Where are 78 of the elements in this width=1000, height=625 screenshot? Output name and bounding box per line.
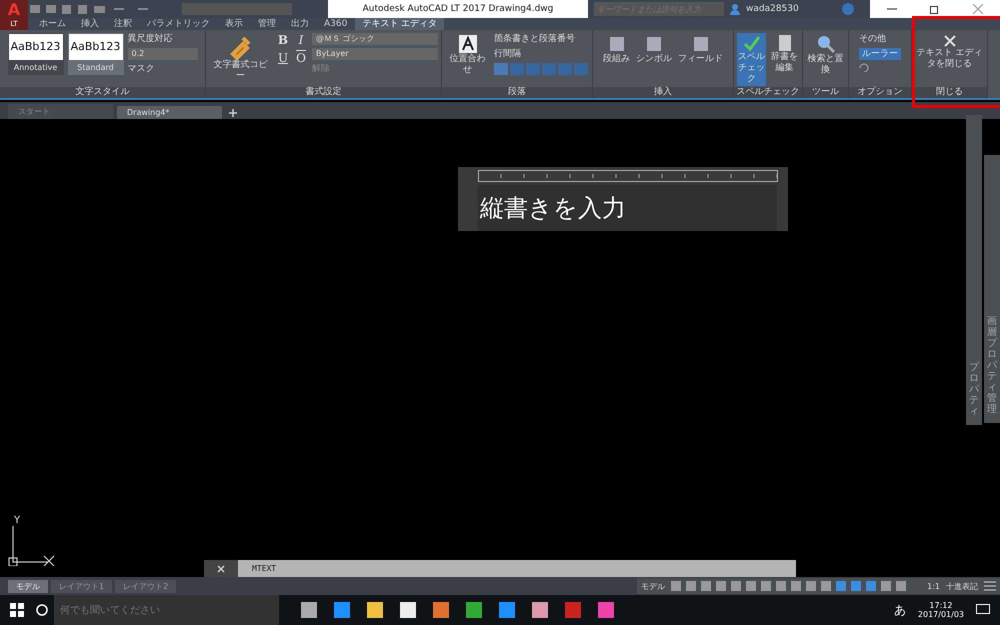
ribbon-tab[interactable]: 挿入 (74, 18, 106, 30)
underline-button[interactable]: U (276, 51, 290, 65)
ribbon-tab[interactable]: ホーム (32, 18, 73, 30)
panel-title: 挿入 (593, 87, 733, 98)
user-name[interactable]: wada28530 (746, 4, 836, 14)
panel-title: 閉じる (912, 87, 987, 98)
ime-indicator[interactable]: あ (894, 602, 906, 618)
text-height-dropdown[interactable]: 0.2 (128, 48, 198, 60)
insert-button[interactable]: 段組み (602, 33, 631, 66)
ribbon-tab[interactable]: 管理 (251, 18, 283, 30)
palette-bar[interactable]: プロパティ (966, 115, 982, 425)
close-icon[interactable] (217, 564, 225, 572)
annotation-scale-button[interactable]: 1:1 (927, 582, 940, 590)
text-style-swatch[interactable]: AaBb123 Annotative (8, 33, 64, 75)
find-replace-button[interactable]: 検索と置換 (806, 33, 845, 77)
font-dropdown[interactable]: @ＭＳ ゴシック (312, 33, 438, 45)
italic-button[interactable]: I (294, 33, 308, 47)
line-spacing-button[interactable]: 行間隔 (494, 48, 589, 60)
ucs-axis-label: Y (13, 515, 22, 526)
spell-check-button[interactable]: スペルチェック (737, 33, 766, 86)
square-icon (692, 34, 710, 54)
close-editor-button[interactable]: テキスト エディタを閉じる (915, 33, 984, 71)
undo-icon[interactable] (859, 63, 869, 72)
ribbon-tab[interactable]: 出力 (284, 18, 316, 30)
customize-menu-icon[interactable] (984, 581, 996, 591)
more-options-button[interactable]: その他 (859, 33, 901, 45)
ribbon-tab[interactable]: 注釈 (107, 18, 139, 30)
palette-title[interactable]: プロパティ (969, 362, 979, 417)
windows-start-icon[interactable] (10, 603, 24, 617)
mtext-content[interactable]: 縦書きを入力 (478, 185, 777, 231)
square-icon (608, 34, 626, 54)
letter-frame-icon (458, 34, 478, 54)
units-button[interactable]: 十進表記 (946, 580, 978, 592)
user-icon (730, 4, 740, 14)
ribbon-tab[interactable]: 表示 (218, 18, 250, 30)
annotative-toggle[interactable]: 異尺度対応 (128, 33, 198, 45)
taskbar-clock[interactable]: 17:12 2017/01/03 (918, 601, 964, 619)
search-icon (816, 34, 836, 54)
panel-title: スペルチェック (734, 87, 802, 98)
document-tab[interactable]: Drawing4* (117, 106, 222, 119)
panel-title: オプション (849, 87, 911, 98)
layout-tab[interactable]: レイアウト1 (51, 580, 112, 592)
justification-button[interactable]: 位置合わせ (445, 33, 490, 77)
layout-tab[interactable]: モデル (8, 580, 48, 592)
ribbon-tab[interactable]: A360 (317, 18, 354, 30)
layout-tab[interactable]: レイアウト2 (115, 580, 176, 592)
ruler-toggle[interactable]: ルーラー (859, 48, 901, 60)
check-mark-icon (742, 34, 760, 52)
restore-icon[interactable] (930, 4, 940, 14)
insert-button[interactable]: フィールド (677, 33, 724, 66)
notification-icon[interactable] (976, 604, 990, 616)
panel-title: ツール (803, 87, 848, 98)
match-format-button[interactable]: 文字書式コピー (209, 33, 272, 83)
text-style-swatch[interactable]: AaBb123 Standard (68, 33, 124, 75)
insert-button[interactable]: シンボル (635, 33, 673, 66)
overline-button[interactable]: O (294, 51, 308, 65)
model-space-button[interactable]: モデル (641, 580, 666, 592)
close-icon[interactable] (973, 4, 984, 14)
new-tab-icon[interactable] (226, 107, 240, 119)
panel-title: 文字スタイル (0, 87, 205, 98)
palette-bar[interactable]: 画層プロパティ管理 (984, 155, 1000, 423)
book-icon (776, 34, 792, 52)
bold-button[interactable]: B (276, 33, 290, 47)
taskbar-search-field[interactable]: 何でも聞いてください (54, 595, 279, 625)
mask-button[interactable]: マスク (128, 63, 198, 75)
cortana-icon (36, 604, 48, 616)
color-dropdown[interactable]: ByLayer (312, 48, 438, 60)
ribbon-tab[interactable]: パラメトリック (140, 18, 217, 30)
window-title: Autodesk AutoCAD LT 2017 Drawing4.dwg (328, 0, 588, 18)
ribbon-tab[interactable]: テキスト エディタ (355, 18, 444, 30)
panel-title: 段落 (442, 87, 592, 98)
edit-dictionary-button[interactable]: 辞書を編集 (770, 33, 799, 75)
paintbrush-icon (228, 34, 252, 60)
square-icon (645, 34, 663, 54)
palette-title[interactable]: 画層プロパティ管理 (987, 316, 997, 415)
bullets-button[interactable]: 箇条書きと段落番号 (494, 33, 589, 45)
panel-title: 書式設定 (206, 87, 441, 98)
close-icon (942, 34, 956, 48)
